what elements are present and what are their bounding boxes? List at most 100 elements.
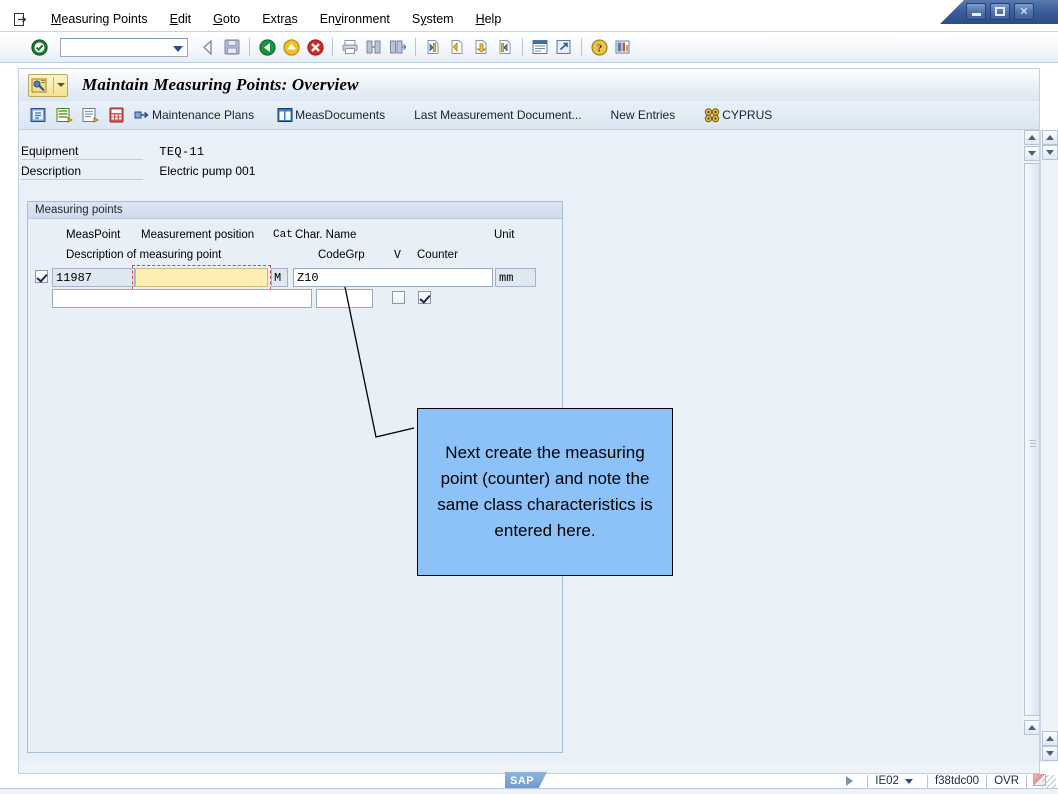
find-icon[interactable] <box>363 36 385 58</box>
save-icon[interactable] <box>221 36 243 58</box>
new-entries-label: New Entries <box>610 108 676 122</box>
unit-input[interactable] <box>495 268 536 287</box>
code-grp-input[interactable] <box>316 289 373 308</box>
icon-button-divider <box>53 76 54 94</box>
scroll-bottom-down-button[interactable] <box>1042 746 1058 761</box>
col-header-cat: Cat <box>273 229 293 241</box>
create-shortcut-icon[interactable] <box>553 36 575 58</box>
meas-documents-label: MeasDocuments <box>295 108 386 122</box>
play-triangle-icon[interactable] <box>846 776 854 786</box>
next-page-icon[interactable] <box>470 36 492 58</box>
arrow-down-icon <box>1046 751 1054 756</box>
row-select-checkbox[interactable] <box>35 270 48 283</box>
toolbar-separator <box>415 38 416 56</box>
first-page-icon[interactable] <box>422 36 444 58</box>
arrow-up-icon <box>1046 135 1054 140</box>
back-green-icon[interactable] <box>256 36 278 58</box>
annotation-callout-text: Next create the measuring point (counter… <box>437 443 653 540</box>
choose-detail-button[interactable] <box>27 104 50 126</box>
cat-input[interactable] <box>271 268 288 287</box>
last-measurement-document-button[interactable]: Last Measurement Document... <box>405 104 590 126</box>
maintenance-plans-button[interactable]: Maintenance Plans <box>131 104 257 126</box>
previous-page-icon[interactable] <box>446 36 468 58</box>
subscreen-scroll-thumb[interactable] <box>1024 163 1039 716</box>
status-insert-mode[interactable]: OVR <box>987 775 1026 787</box>
equipment-value: TEQ-11 <box>159 145 205 159</box>
enter-check-icon[interactable] <box>28 36 50 58</box>
description-field-row: Description Electric pump 001 <box>21 164 255 180</box>
status-transaction-dropdown-icon[interactable] <box>904 778 913 784</box>
command-field[interactable] <box>60 37 188 57</box>
application-toolbar: Maintenance Plans MeasDocuments Last Mea… <box>18 101 1040 130</box>
last-measurement-document-label: Last Measurement Document... <box>414 108 582 122</box>
col-header-v: V <box>394 249 401 262</box>
col-header-description: Description of measuring point <box>66 249 222 261</box>
menu-environment[interactable]: Environment <box>309 10 401 28</box>
status-transaction[interactable]: IE02 <box>868 775 901 787</box>
menu-measuring-points[interactable]: Measuring Points <box>40 10 159 28</box>
arrow-up-icon <box>1028 725 1036 730</box>
col-header-char-name: Char. Name <box>295 229 357 241</box>
calculator-button[interactable] <box>105 104 128 126</box>
subscreen-scroll-bottom-up-button[interactable] <box>1024 720 1039 735</box>
meas-point-input[interactable] <box>52 268 135 287</box>
measurement-position-input[interactable] <box>135 268 268 287</box>
scroll-down-button[interactable] <box>1042 145 1058 160</box>
status-bar-base <box>0 788 1058 794</box>
back-arrow-icon[interactable] <box>197 36 219 58</box>
description-label: Description <box>21 164 143 180</box>
v-checkbox[interactable] <box>392 291 405 304</box>
equipment-field-row: Equipment TEQ-11 <box>21 144 204 160</box>
menu-extras[interactable]: Extras <box>251 10 308 28</box>
standard-toolbar: ? <box>0 32 1058 63</box>
arrow-down-icon <box>1046 150 1054 155</box>
page-title: Maintain Measuring Points: Overview <box>82 75 359 94</box>
menu-help[interactable]: Help <box>465 10 513 28</box>
char-name-input[interactable] <box>293 268 493 287</box>
col-header-measpoint: MeasPoint <box>66 229 121 241</box>
menu-edit[interactable]: Edit <box>159 10 203 28</box>
col-header-counter: Counter <box>417 249 458 261</box>
document-list-button[interactable] <box>79 104 102 126</box>
scroll-bottom-up-button[interactable] <box>1042 731 1058 746</box>
subscreen-scrollbar[interactable] <box>1023 130 1039 735</box>
last-page-icon[interactable] <box>494 36 516 58</box>
description-of-measuring-point-input[interactable] <box>52 289 312 308</box>
window-scrollbar[interactable] <box>1040 130 1058 762</box>
help-icon[interactable]: ? <box>588 36 610 58</box>
measuring-points-group-title: Measuring points <box>28 202 562 219</box>
create-session-icon[interactable] <box>529 36 551 58</box>
chevron-down-icon[interactable] <box>57 81 65 89</box>
menu-system[interactable]: System <box>401 10 465 28</box>
window-resize-grip[interactable] <box>1042 775 1056 789</box>
session-icon[interactable] <box>12 11 30 27</box>
measurement-reading-button[interactable] <box>53 104 76 126</box>
exit-yellow-icon[interactable] <box>280 36 302 58</box>
toolbar-separator <box>522 38 523 56</box>
arrow-up-icon <box>1046 736 1054 741</box>
toolbar-separator <box>581 38 582 56</box>
new-entries-button[interactable]: New Entries <box>602 104 685 126</box>
cyprus-label: CYPRUS <box>722 108 773 122</box>
meas-documents-button[interactable]: MeasDocuments <box>274 104 388 126</box>
command-field-dropdown-icon[interactable] <box>173 45 183 52</box>
menubar: Measuring Points Edit Goto Extras Enviro… <box>0 8 1058 30</box>
cyprus-button[interactable]: CYPRUS <box>701 104 775 126</box>
counter-checkbox[interactable] <box>418 291 431 304</box>
subscreen-scroll-down-button[interactable] <box>1024 146 1039 161</box>
cancel-red-icon[interactable] <box>304 36 326 58</box>
sap-gui-window: ✕ Measuring Points Edit Goto Extras Envi… <box>0 0 1058 794</box>
toolbar-separator <box>249 38 250 56</box>
annotation-callout: Next create the measuring point (counter… <box>417 408 673 576</box>
maintenance-plans-label: Maintenance Plans <box>152 108 255 122</box>
subscreen-scroll-up-button[interactable] <box>1024 130 1039 145</box>
find-next-icon[interactable] <box>387 36 409 58</box>
print-icon[interactable] <box>339 36 361 58</box>
status-server: f38tdc00 <box>934 775 980 787</box>
maintain-measuring-points-icon[interactable] <box>28 73 68 97</box>
scroll-thumb-grip <box>1030 439 1036 447</box>
scroll-up-button[interactable] <box>1042 130 1058 145</box>
menu-goto[interactable]: Goto <box>202 10 251 28</box>
customize-layout-icon[interactable] <box>612 36 634 58</box>
col-header-unit: Unit <box>494 229 515 241</box>
